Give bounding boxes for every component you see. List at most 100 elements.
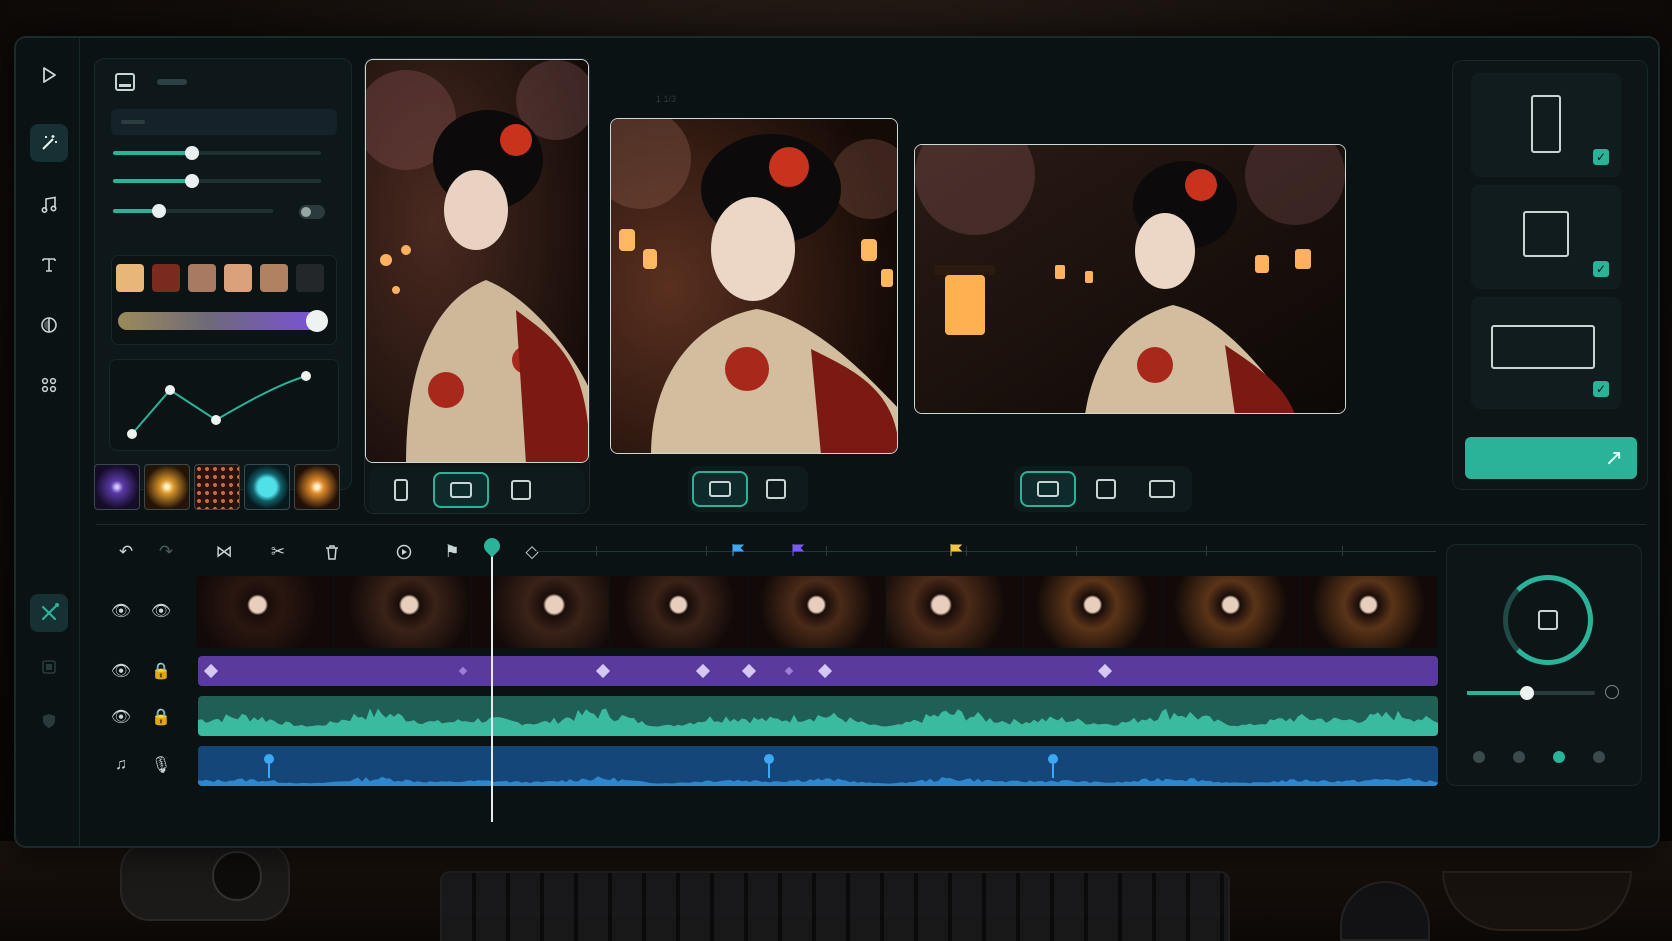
keyframe[interactable] bbox=[595, 663, 611, 679]
aspect-option-square[interactable]: ✓ bbox=[1471, 185, 1621, 289]
color-swatch[interactable] bbox=[152, 264, 180, 292]
video-track[interactable] bbox=[196, 576, 1438, 648]
marker-icon[interactable]: ⚑ bbox=[438, 538, 466, 566]
info-icon[interactable] bbox=[1605, 685, 1619, 699]
effect-sparkle-purple[interactable] bbox=[94, 464, 140, 510]
video-clip-thumb[interactable] bbox=[196, 576, 334, 648]
volume-slider[interactable] bbox=[1467, 686, 1595, 700]
playhead-handle[interactable] bbox=[480, 534, 504, 558]
video-clip-thumb[interactable] bbox=[1024, 576, 1162, 648]
eye-icon[interactable]: 👁 bbox=[110, 660, 132, 682]
adjust-slider-2[interactable] bbox=[113, 174, 321, 188]
undo-icon[interactable]: ↶ bbox=[112, 538, 140, 566]
color-swatch[interactable] bbox=[188, 264, 216, 292]
video-clip-thumb[interactable] bbox=[886, 576, 1024, 648]
audio-track[interactable] bbox=[198, 696, 1438, 736]
ratio-landscape-button[interactable] bbox=[692, 471, 748, 507]
curve-point[interactable] bbox=[211, 415, 221, 425]
page-dot[interactable] bbox=[1513, 751, 1525, 763]
slider-thumb[interactable] bbox=[152, 204, 167, 218]
effect-flare[interactable] bbox=[294, 464, 340, 510]
video-clip-thumb[interactable] bbox=[1300, 576, 1438, 648]
keyframe[interactable] bbox=[817, 663, 833, 679]
page-dot[interactable] bbox=[1473, 751, 1485, 763]
audio-marker[interactable] bbox=[264, 754, 274, 778]
slider-thumb[interactable] bbox=[185, 146, 200, 160]
eye-icon[interactable]: 👁 bbox=[150, 600, 172, 622]
marker-flag-blue[interactable] bbox=[732, 543, 745, 556]
elements-icon[interactable] bbox=[30, 366, 68, 404]
marker-flag-purple[interactable] bbox=[792, 543, 805, 556]
cut-icon[interactable]: ✂ bbox=[264, 538, 292, 566]
music-note-icon[interactable] bbox=[30, 186, 68, 224]
volume-thumb[interactable] bbox=[1520, 686, 1535, 700]
color-swatch[interactable] bbox=[296, 264, 324, 292]
marker-flag-yellow[interactable] bbox=[950, 543, 963, 556]
preview-image-portrait[interactable] bbox=[365, 59, 589, 463]
check-icon[interactable]: ✓ bbox=[1593, 381, 1609, 397]
record-button[interactable] bbox=[1503, 575, 1593, 665]
aspect-option-landscape[interactable]: ✓ bbox=[1471, 297, 1621, 409]
music-note-icon[interactable]: ♫ bbox=[110, 754, 132, 776]
keyframe[interactable] bbox=[458, 666, 468, 676]
video-clip-thumb[interactable] bbox=[334, 576, 472, 648]
check-icon[interactable]: ✓ bbox=[1593, 149, 1609, 165]
curve-point[interactable] bbox=[127, 429, 137, 439]
preset-field[interactable] bbox=[111, 109, 337, 135]
microphone-icon[interactable]: 🎙 bbox=[150, 754, 172, 776]
magic-wand-icon[interactable] bbox=[30, 124, 68, 162]
curve-point[interactable] bbox=[301, 371, 311, 381]
video-clip-thumb[interactable] bbox=[748, 576, 886, 648]
voice-track[interactable] bbox=[198, 746, 1438, 786]
eye-icon[interactable]: 👁 bbox=[110, 706, 132, 728]
effect-orb[interactable] bbox=[244, 464, 290, 510]
export-button[interactable]: ↗ bbox=[1465, 437, 1637, 479]
slider-thumb[interactable] bbox=[185, 174, 200, 188]
color-swatch[interactable] bbox=[116, 264, 144, 292]
video-clip-thumb[interactable] bbox=[1162, 576, 1300, 648]
filter-icon[interactable] bbox=[30, 306, 68, 344]
curve-editor[interactable] bbox=[109, 359, 339, 451]
keyframe-icon[interactable]: ◇ bbox=[518, 538, 546, 566]
effects-track[interactable] bbox=[198, 656, 1438, 686]
ratio-wide-button[interactable] bbox=[1134, 471, 1190, 507]
play-icon[interactable] bbox=[30, 56, 68, 94]
lock-icon[interactable]: 🔒 bbox=[150, 660, 172, 682]
check-icon[interactable]: ✓ bbox=[1593, 261, 1609, 277]
split-icon[interactable]: ⋈ bbox=[210, 538, 238, 566]
keyframe[interactable] bbox=[784, 666, 794, 676]
audio-marker[interactable] bbox=[764, 754, 774, 778]
ai-tool-icon[interactable] bbox=[30, 594, 68, 632]
speed-icon[interactable] bbox=[390, 538, 418, 566]
playhead[interactable] bbox=[491, 540, 493, 822]
panel-icon[interactable] bbox=[115, 73, 135, 91]
ratio-square-button[interactable] bbox=[1078, 471, 1134, 507]
keyframe[interactable] bbox=[695, 663, 711, 679]
preview-image-square[interactable] bbox=[610, 118, 898, 454]
ratio-square-button[interactable] bbox=[493, 472, 549, 508]
ratio-square-button[interactable] bbox=[748, 471, 804, 507]
gradient-thumb[interactable] bbox=[306, 310, 328, 332]
ratio-landscape-button[interactable] bbox=[433, 472, 489, 508]
page-dot[interactable] bbox=[1553, 751, 1565, 763]
text-icon[interactable] bbox=[30, 246, 68, 284]
audio-marker[interactable] bbox=[1048, 754, 1058, 778]
ratio-landscape-button[interactable] bbox=[1020, 471, 1076, 507]
redo-icon[interactable]: ↷ bbox=[152, 538, 180, 566]
page-dot[interactable] bbox=[1593, 751, 1605, 763]
ratio-portrait-button[interactable] bbox=[373, 472, 429, 508]
keyframe[interactable] bbox=[1097, 663, 1113, 679]
aspect-option-portrait[interactable]: ✓ bbox=[1471, 73, 1621, 177]
effect-starburst[interactable] bbox=[144, 464, 190, 510]
adjust-slider-1[interactable] bbox=[113, 146, 321, 160]
color-swatch[interactable] bbox=[260, 264, 288, 292]
curve-point[interactable] bbox=[165, 385, 175, 395]
gradient-slider[interactable] bbox=[118, 310, 328, 332]
adjust-slider-3[interactable] bbox=[113, 204, 273, 218]
color-swatch[interactable] bbox=[224, 264, 252, 292]
adjust-toggle[interactable] bbox=[299, 205, 325, 219]
eye-icon[interactable]: 👁 bbox=[110, 600, 132, 622]
layer-icon[interactable] bbox=[30, 648, 68, 686]
effect-glitter[interactable] bbox=[194, 464, 240, 510]
lock-icon[interactable]: 🔒 bbox=[150, 706, 172, 728]
